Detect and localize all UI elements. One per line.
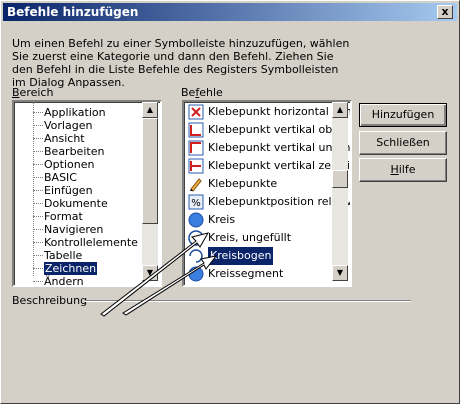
add-button[interactable]: Hinzufügen: [359, 103, 447, 127]
tree-line: [33, 112, 43, 113]
instructions-text: Um einen Befehl zu einer Symbolleiste hi…: [12, 37, 350, 89]
tree-line: [33, 151, 43, 152]
command-label: Kreisbogen: [206, 246, 275, 266]
tree-item[interactable]: Format: [44, 210, 83, 223]
percent-icon: %: [188, 194, 204, 210]
tree-line: [33, 102, 34, 276]
tree-item[interactable]: Tabelle: [44, 249, 82, 262]
scroll-thumb[interactable]: [332, 170, 348, 188]
command-label: Klebepunkte: [208, 177, 278, 190]
tree-line: [33, 138, 43, 139]
commands-label: Befehle: [181, 86, 223, 99]
scroll-down-icon[interactable]: ▼: [332, 265, 348, 281]
description-label: Beschreibung: [12, 294, 88, 307]
command-label: Kreis: [208, 213, 236, 226]
scroll-up-icon[interactable]: ▲: [332, 102, 348, 118]
arrow-icon: [100, 232, 210, 317]
glue-vertical-center-icon: [188, 158, 204, 174]
commands-scrollbar[interactable]: ▲ ▼: [332, 102, 348, 281]
scroll-thumb[interactable]: [142, 118, 158, 224]
glue-horizontal-icon: [188, 104, 204, 120]
tree-line: [33, 229, 43, 230]
tree-line: [33, 203, 43, 204]
tree-item[interactable]: Ansicht: [44, 132, 85, 145]
command-label: Klebepunkt vertikal unten: [208, 141, 351, 154]
tree-item[interactable]: Navigieren: [44, 223, 103, 236]
tree-line: [33, 281, 43, 282]
pencil-icon: [188, 176, 204, 192]
tree-item[interactable]: Optionen: [44, 158, 94, 171]
tree-line: [33, 268, 43, 269]
add-commands-dialog: Befehle hinzufügen x Um einen Befehl zu …: [0, 0, 460, 404]
scroll-up-icon[interactable]: ▲: [142, 102, 158, 118]
tree-item[interactable]: Bearbeiten: [44, 145, 104, 158]
title-bar: Befehle hinzufügen x: [3, 3, 457, 21]
command-label: Klebepunktposition relativ: [208, 195, 352, 208]
tree-item[interactable]: Dokumente: [44, 197, 108, 210]
tree-item[interactable]: Einfügen: [44, 184, 93, 197]
tree-line: [33, 125, 43, 126]
svg-text:%: %: [191, 198, 201, 209]
command-label: Klebepunkt vertikal zentri: [208, 159, 350, 172]
command-label: Kreissegment: [208, 267, 284, 280]
tree-line: [33, 242, 43, 243]
command-label: Klebepunkt horizontal zen: [208, 105, 352, 118]
tree-item[interactable]: Zeichnen: [44, 262, 98, 275]
annotation-arrows: [100, 232, 216, 317]
tree-item[interactable]: Applikation: [44, 106, 106, 119]
tree-item[interactable]: BASIC: [44, 171, 77, 184]
command-label: Klebepunkt vertikal oben: [208, 123, 346, 136]
glue-vertical-top-icon: [188, 122, 204, 138]
tree-line: [33, 190, 43, 191]
tree-item[interactable]: Ändern: [44, 275, 84, 285]
tree-line: [33, 216, 43, 217]
glue-vertical-bottom-icon: [188, 140, 204, 156]
help-button[interactable]: Hilfe: [359, 158, 447, 182]
area-label: Bereich: [12, 86, 54, 99]
tree-line: [33, 177, 43, 178]
tree-item[interactable]: Vorlagen: [44, 119, 92, 132]
tree-line: [33, 164, 43, 165]
circle-filled-icon: [188, 212, 204, 228]
window-title: Befehle hinzufügen: [7, 5, 139, 19]
close-icon[interactable]: x: [437, 5, 453, 19]
command-label: Kreis, ungefüllt: [208, 231, 292, 244]
close-button[interactable]: Schließen: [359, 131, 447, 155]
tree-line: [33, 255, 43, 256]
